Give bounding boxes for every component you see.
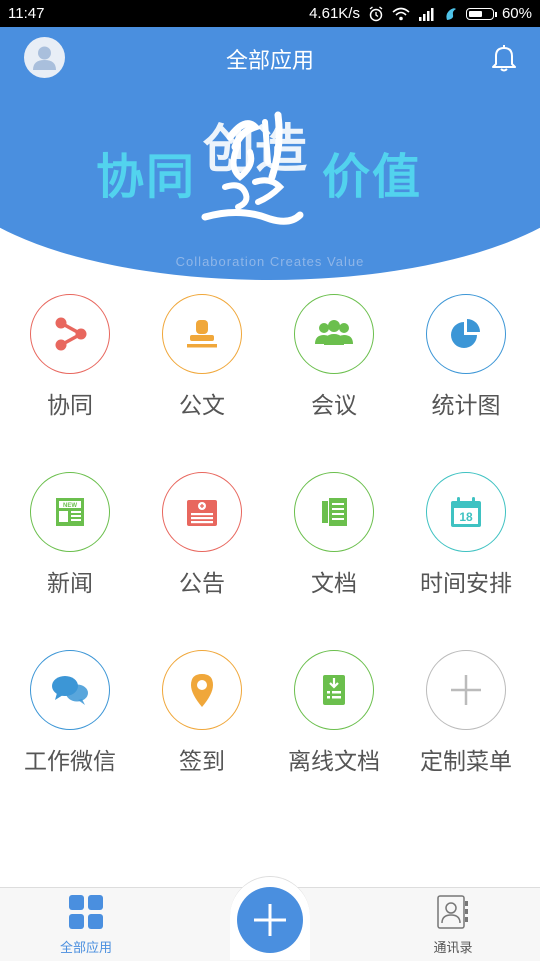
alarm-icon [369, 5, 383, 21]
grid-icon [69, 895, 103, 929]
app-label: 文档 [311, 571, 357, 597]
add-button[interactable] [237, 887, 303, 953]
app-label: 公告 [179, 571, 225, 597]
app-icon-ring [162, 650, 242, 730]
app-gonggao[interactable]: 公告 [136, 468, 268, 618]
app-icon-ring [294, 472, 374, 552]
app-label: 统计图 [431, 393, 501, 419]
app-label: 时间安排 [420, 571, 512, 597]
network-speed: 4.61K/s [309, 5, 360, 22]
chat-icon [52, 676, 88, 705]
calligraphy-text: 创造 [202, 119, 307, 180]
document-icon [322, 498, 347, 526]
app-icon-ring [426, 650, 506, 730]
download-document-icon [323, 675, 345, 705]
status-bar: 11:47 4.61K/s 60% [0, 0, 540, 27]
app-icon-ring [162, 294, 242, 374]
app-icon-ring [30, 650, 110, 730]
wifi-icon [392, 7, 410, 20]
app-huiyi[interactable]: 会议 [268, 290, 400, 440]
nav-item-contacts[interactable]: 通讯录 [388, 888, 518, 961]
news-icon: NEW [56, 498, 84, 526]
app-gongwen[interactable]: 公文 [136, 290, 268, 440]
share-icon [55, 317, 87, 351]
nav-item-all-apps[interactable]: 全部应用 [21, 888, 151, 961]
calendar-icon: 18 [451, 497, 481, 527]
app-gongzuoweixin[interactable]: 工作微信 [4, 646, 136, 796]
app-icon-ring: NEW [30, 472, 110, 552]
app-qiandao[interactable]: 签到 [136, 646, 268, 796]
nav-label-all-apps: 全部应用 [59, 941, 112, 956]
contacts-icon [437, 895, 468, 929]
battery-icon [465, 7, 497, 20]
app-label: 会议 [311, 393, 357, 419]
slogan-left: 协同 [96, 149, 197, 205]
app-icon-ring [426, 294, 506, 374]
slogan-english: Collaboration Creates Value [175, 254, 365, 269]
app-notification-icon [446, 7, 456, 20]
app-label: 签到 [179, 749, 225, 775]
app-shijiananpai[interactable]: 18 时间安排 [400, 468, 532, 618]
app-tongjitu[interactable]: 统计图 [400, 290, 532, 440]
app-icon-ring [294, 294, 374, 374]
plus-icon [254, 904, 286, 936]
app-icon-ring [30, 294, 110, 374]
location-pin-icon [191, 674, 213, 707]
nav-label-contacts: 通讯录 [433, 941, 473, 956]
app-xietong[interactable]: 协同 [4, 290, 136, 440]
bell-icon[interactable] [490, 43, 518, 73]
slogan-right: 价值 [322, 149, 423, 205]
battery-percent: 60% [501, 5, 532, 22]
plus-icon [451, 675, 481, 705]
app-label: 离线文档 [288, 749, 380, 775]
app-label: 工作微信 [24, 749, 116, 775]
calligraphy-logo: 创造 [201, 111, 307, 225]
app-icon-ring: 18 [426, 472, 506, 552]
status-indicators: 4.61K/s 60% [301, 5, 532, 22]
calendar-day: 18 [459, 510, 473, 524]
svg-text:NEW: NEW [63, 503, 77, 509]
page-title: 全部应用 [225, 49, 314, 74]
meeting-icon [315, 320, 353, 345]
announcement-icon [187, 500, 217, 526]
app-icon-ring [294, 650, 374, 730]
app-label: 协同 [47, 393, 93, 419]
app-lixianwendang[interactable]: 离线文档 [268, 646, 400, 796]
app-label: 公文 [179, 393, 225, 419]
app-label: 新闻 [47, 571, 93, 597]
pie-chart-icon [451, 319, 480, 348]
app-xinwen[interactable]: NEW 新闻 [4, 468, 136, 618]
app-icon-ring [162, 472, 242, 552]
app-label: 定制菜单 [420, 749, 512, 775]
signal-icon [418, 7, 434, 21]
stamp-icon [187, 320, 217, 348]
header-banner: 全部应用 协同 创造 价值 Collaboration Creates Valu… [0, 27, 540, 280]
status-time: 11:47 [8, 5, 45, 22]
app-wendang[interactable]: 文档 [268, 468, 400, 618]
app-dingzhicaidan[interactable]: 定制菜单 [400, 646, 532, 796]
